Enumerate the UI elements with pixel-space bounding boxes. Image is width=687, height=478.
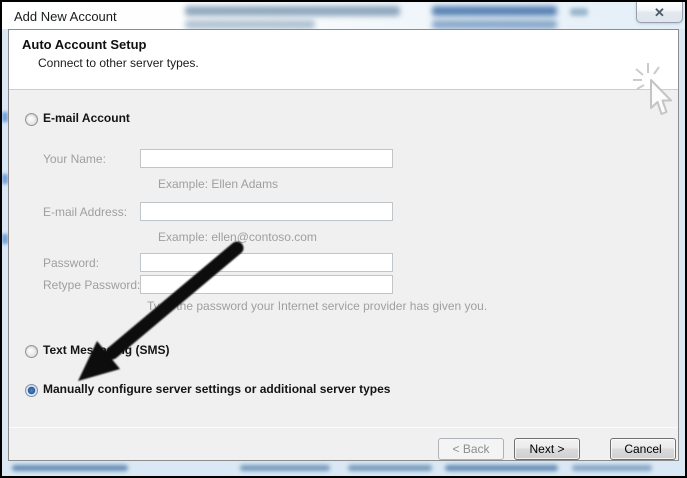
background-blur-blob: [570, 8, 588, 16]
retype-password-label: Retype Password:: [43, 278, 140, 292]
window-title: Add New Account: [14, 9, 117, 24]
email-address-label: E-mail Address:: [43, 205, 127, 219]
email-address-input[interactable]: [140, 202, 393, 221]
add-new-account-dialog: Add New Account ✕ Auto Account Setup Con…: [0, 0, 687, 478]
cancel-button[interactable]: Cancel: [610, 438, 676, 460]
background-blur-blob: [432, 20, 557, 29]
background-blur-blob: [185, 20, 315, 29]
your-name-label: Your Name:: [43, 152, 106, 166]
background-blur-blob: [572, 465, 652, 471]
background-blur-blob: [445, 465, 558, 471]
password-hint: Type the password your Internet service …: [147, 299, 487, 313]
wizard-header: Auto Account Setup Connect to other serv…: [9, 30, 678, 90]
close-button[interactable]: ✕: [636, 2, 683, 23]
window-titlebar[interactable]: Add New Account: [2, 2, 685, 29]
radio-text-messaging[interactable]: [25, 345, 38, 358]
background-blur-blob: [12, 465, 128, 471]
background-blur-blob: [348, 465, 432, 471]
next-button[interactable]: Next >: [514, 438, 580, 460]
background-blur-blob: [432, 6, 557, 16]
cursor-pointer-icon: [633, 61, 683, 119]
radio-manual-configure-label[interactable]: Manually configure server settings or ad…: [43, 382, 390, 396]
footer-divider: [9, 427, 678, 428]
radio-email-account[interactable]: [25, 113, 38, 126]
password-label: Password:: [43, 256, 99, 270]
close-icon: ✕: [654, 6, 665, 19]
email-address-example: Example: ellen@contoso.com: [158, 230, 317, 244]
background-blur-blob: [185, 6, 400, 16]
password-input[interactable]: [140, 253, 393, 272]
your-name-input[interactable]: [140, 149, 393, 168]
dialog-panel: Auto Account Setup Connect to other serv…: [8, 29, 679, 461]
retype-password-input[interactable]: [140, 275, 393, 294]
radio-email-account-label[interactable]: E-mail Account: [43, 111, 130, 125]
radio-text-messaging-label[interactable]: Text Messaging (SMS): [43, 343, 169, 357]
background-blur-blob: [240, 465, 330, 471]
your-name-example: Example: Ellen Adams: [158, 177, 278, 191]
back-button[interactable]: < Back: [438, 438, 504, 460]
page-subtitle: Connect to other server types.: [38, 56, 199, 70]
page-title: Auto Account Setup: [22, 37, 146, 52]
radio-manual-configure[interactable]: [25, 384, 38, 397]
